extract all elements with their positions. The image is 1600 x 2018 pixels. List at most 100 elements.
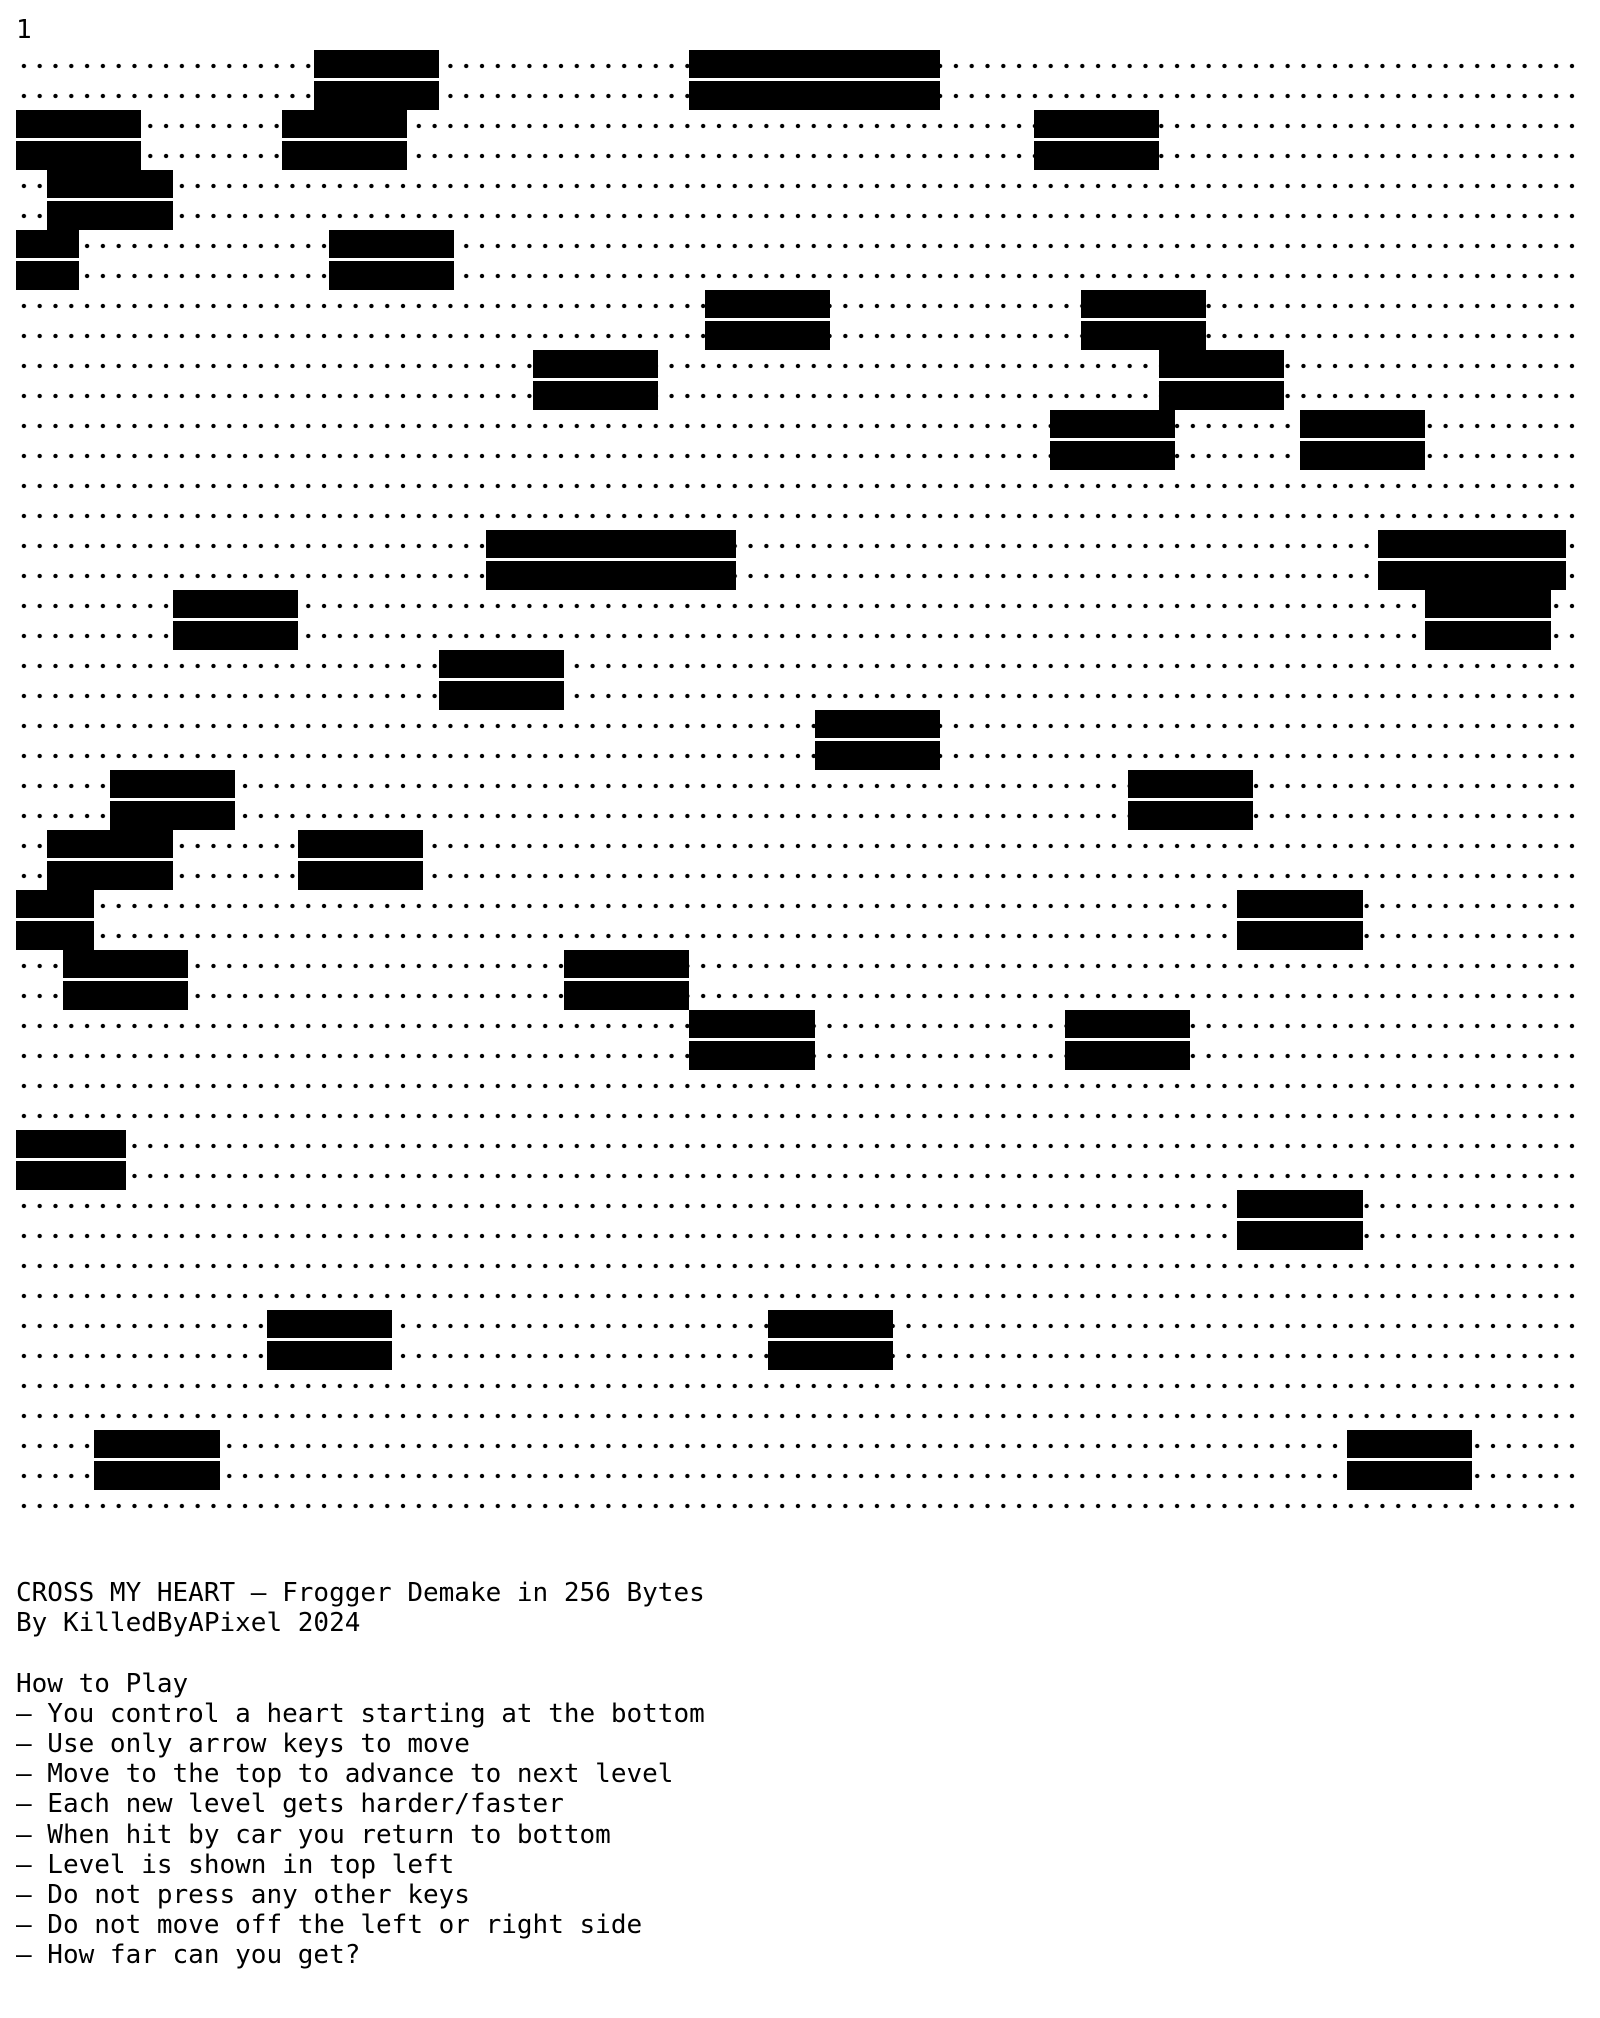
car [1080, 290, 1207, 350]
road-lane [16, 950, 1582, 1010]
lane-dots [16, 393, 1582, 399]
rule-item: – When hit by car you return to bottom [16, 1819, 611, 1850]
road-lane [16, 1190, 1582, 1250]
road-lane [16, 1070, 1582, 1130]
car [1347, 1430, 1473, 1490]
rule-item: – How far can you get? [16, 1940, 361, 1971]
lane-dots [16, 543, 1582, 549]
lane-dots [16, 483, 1582, 489]
car [16, 1130, 126, 1190]
heart-icon[interactable]: ♥ [764, 1014, 788, 1038]
lane-dots [16, 723, 1582, 729]
rule-item: – You control a heart starting at the bo… [16, 1698, 705, 1729]
road-lane [16, 710, 1582, 770]
car [689, 50, 940, 110]
car [1378, 530, 1567, 590]
road-lane [16, 1310, 1582, 1370]
lane-dots [16, 273, 1582, 279]
road-lane [16, 590, 1582, 650]
game-board[interactable]: ♥ [16, 50, 1582, 1532]
lane-dots [16, 693, 1582, 699]
rule-item: – Move to the top to advance to next lev… [16, 1759, 674, 1790]
car [109, 770, 236, 830]
road-lane [16, 170, 1582, 230]
howto-heading: How to Play [16, 1668, 189, 1699]
car [16, 230, 79, 290]
car [438, 650, 565, 710]
info-panel: CROSS MY HEART – Frogger Demake in 256 B… [16, 1578, 1576, 1970]
car [47, 170, 173, 230]
start-row-dots [16, 1503, 1582, 1509]
lane-dots [16, 813, 1582, 819]
rule-item: – Do not move off the left or right side [16, 1910, 643, 1941]
lane-dots [16, 783, 1582, 789]
rule-item: – Use only arrow keys to move [16, 1728, 470, 1759]
lane-dots [16, 1083, 1582, 1089]
lane-dots [16, 1383, 1582, 1389]
car [47, 830, 173, 890]
lane-dots [16, 1413, 1582, 1419]
rule-item: – Level is shown in top left [16, 1849, 455, 1880]
car [16, 890, 95, 950]
road-lane [16, 290, 1582, 350]
road-lane [16, 650, 1582, 710]
game-author: By KilledByAPixel 2024 [16, 1608, 361, 1639]
car [62, 950, 189, 1010]
road-lane [16, 1430, 1582, 1490]
car [705, 290, 831, 350]
car [266, 1310, 393, 1370]
lane-dots [16, 1263, 1582, 1269]
car [1159, 350, 1285, 410]
road-lane [16, 1010, 1582, 1070]
car [1065, 1010, 1191, 1070]
lane-dots [16, 963, 1582, 969]
car [297, 830, 424, 890]
road-lane [16, 50, 1582, 110]
lane-dots [16, 153, 1582, 159]
car [313, 50, 440, 110]
road-lane [16, 470, 1582, 530]
car [532, 350, 659, 410]
car [16, 110, 142, 170]
lane-dots [16, 1113, 1582, 1119]
road-lane [16, 830, 1582, 890]
car [767, 1310, 894, 1370]
car [1033, 110, 1160, 170]
car [329, 230, 455, 290]
lane-dots [16, 213, 1582, 219]
lane-dots [16, 363, 1582, 369]
lane-dots [16, 663, 1582, 669]
car [485, 530, 737, 590]
road-lane [16, 1370, 1582, 1430]
car [94, 1430, 220, 1490]
car [814, 710, 941, 770]
road-lane [16, 890, 1582, 950]
game-title: CROSS MY HEART – Frogger Demake in 256 B… [16, 1578, 705, 1608]
road-lane [16, 350, 1582, 410]
road-lane [16, 1250, 1582, 1310]
car [1300, 410, 1426, 470]
car [1237, 890, 1364, 950]
lane-dots [16, 1293, 1582, 1299]
road-lane [16, 410, 1582, 470]
lane-dots [16, 873, 1582, 879]
car [1237, 1190, 1364, 1250]
road-lane [16, 530, 1582, 590]
lane-dots [16, 243, 1582, 249]
rule-item: – Do not press any other keys [16, 1879, 470, 1910]
car [1127, 770, 1254, 830]
lane-dots [16, 1143, 1582, 1149]
lane-dots [16, 993, 1582, 999]
car [1049, 410, 1176, 470]
road-lane [16, 770, 1582, 830]
car [282, 110, 408, 170]
car [689, 1010, 815, 1070]
lane-dots [16, 753, 1582, 759]
lane-dots [16, 1173, 1582, 1179]
lane-dots [16, 123, 1582, 129]
level-indicator: 1 [16, 15, 32, 45]
road-lane [16, 110, 1582, 170]
lane-dots [16, 573, 1582, 579]
road-lane [16, 1130, 1582, 1190]
